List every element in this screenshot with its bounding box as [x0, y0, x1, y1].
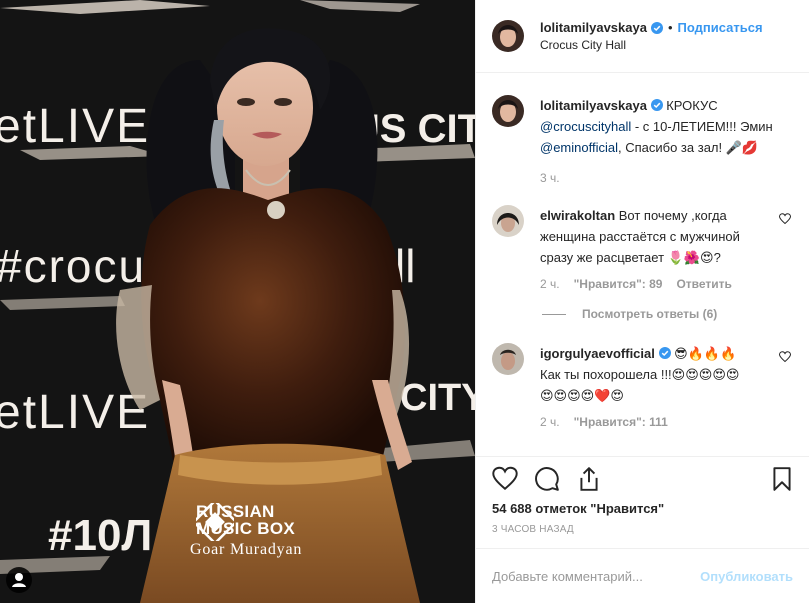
backdrop-text: etLIVE: [0, 100, 150, 153]
backdrop-text: CITY: [400, 377, 475, 419]
backdrop-text: #10Л: [48, 511, 152, 560]
music-box-logo-icon: [196, 503, 234, 541]
comment-text: Как ты похорошела !!!😍😍😍😍😍😍😍😍😍❤️😍: [540, 367, 740, 403]
caption-avatar[interactable]: [492, 95, 524, 127]
commenter-avatar[interactable]: [492, 205, 524, 237]
caption-text: , Спасибо за зал! 🎤💋: [618, 140, 759, 155]
post-photo[interactable]: etLIVE CUS CITY #crocus ll etLIVE CITY #…: [0, 0, 475, 603]
author-username[interactable]: lolitamilyavskaya: [540, 20, 647, 35]
comment-like-heart-icon[interactable]: [779, 351, 791, 363]
comment-likes[interactable]: "Нравится": 111: [574, 412, 668, 433]
mention-link[interactable]: @eminofficial: [540, 140, 618, 155]
comment-username[interactable]: elwirakoltan: [540, 208, 615, 223]
comment-icon[interactable]: [534, 466, 560, 492]
post-timestamp[interactable]: 3 часов назад: [476, 524, 809, 535]
comment-time[interactable]: 2 ч.: [540, 274, 560, 295]
avatar[interactable]: [492, 20, 524, 52]
view-replies-label: Посмотреть ответы (6): [582, 307, 718, 321]
caption: lolitamilyavskaya КРОКУС @crocuscityhall…: [492, 95, 793, 189]
post-header: lolitamilyavskaya • Подписаться Crocus C…: [476, 0, 809, 73]
comment-like-heart-icon[interactable]: [779, 213, 791, 225]
caption-text: КРОКУС: [662, 98, 718, 113]
location-link[interactable]: Crocus City Hall: [540, 38, 763, 52]
view-replies-button[interactable]: Посмотреть ответы (6): [542, 307, 793, 321]
backdrop-text: etLIVE: [0, 386, 150, 439]
verified-icon: [650, 99, 663, 111]
comment-input[interactable]: [492, 568, 701, 584]
verified-icon: [650, 21, 663, 34]
commenter-avatar[interactable]: [492, 343, 524, 375]
comment-emoji: 😎🔥🔥🔥: [670, 346, 737, 361]
caption-time[interactable]: 3 ч.: [540, 168, 560, 189]
tags-button[interactable]: [6, 567, 32, 593]
avatar-image: [492, 20, 524, 52]
caption-username[interactable]: lolitamilyavskaya: [540, 98, 647, 113]
follow-button[interactable]: Подписаться: [678, 20, 763, 35]
comment-username[interactable]: igorgulyaevofficial: [540, 346, 655, 361]
comment-item: igorgulyaevofficial 😎🔥🔥🔥 Как ты похороше…: [492, 343, 793, 433]
post-panel: lolitamilyavskaya • Подписаться Crocus C…: [475, 0, 809, 603]
comment-item: elwirakoltan Вот почему ,когда женщина р…: [492, 205, 793, 295]
avatar-image: [492, 95, 524, 127]
publish-button[interactable]: Опубликовать: [700, 569, 793, 584]
heart-icon[interactable]: [492, 466, 518, 492]
verified-icon: [658, 347, 671, 359]
separator-dot: •: [667, 20, 673, 35]
comment-time[interactable]: 2 ч.: [540, 412, 560, 433]
likes-count[interactable]: 54 688 отметок "Нравится": [476, 501, 809, 516]
comments-list[interactable]: lolitamilyavskaya КРОКУС @crocuscityhall…: [476, 74, 809, 456]
mention-link[interactable]: @crocuscityhall: [540, 119, 631, 134]
caption-text: - с 10-ЛЕТИЕМ!!! Эмин: [631, 119, 773, 134]
watermark-logo: RUSSIAN MUSIC BOX: [196, 503, 295, 541]
replies-divider: [542, 313, 566, 315]
user-tag-icon: [12, 573, 26, 587]
bookmark-icon[interactable]: [769, 466, 795, 492]
reply-button[interactable]: Ответить: [676, 274, 731, 295]
watermark-photographer: Goar Muradyan: [190, 541, 303, 558]
avatar-image: [492, 343, 524, 375]
comment-likes[interactable]: "Нравится": 89: [574, 274, 663, 295]
add-comment-form: Опубликовать: [476, 548, 809, 603]
share-icon[interactable]: [576, 466, 602, 492]
avatar-image: [492, 205, 524, 237]
